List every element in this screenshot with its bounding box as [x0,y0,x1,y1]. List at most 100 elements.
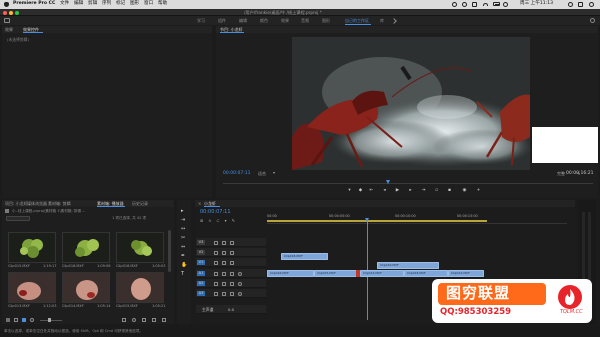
tab-project[interactable]: 项目: 小龙虾 [5,201,28,206]
lock-icon[interactable] [214,240,218,245]
sync-lock-icon[interactable] [222,260,226,265]
solo-icon[interactable] [230,281,234,286]
timeline-clip[interactable]: Clip012.MXF [448,270,484,277]
pen-tool-icon[interactable]: ✒ [181,253,185,259]
export-frame-icon[interactable]: ◉ [462,188,467,193]
lock-icon[interactable] [214,291,218,296]
display-icon[interactable] [472,2,477,7]
sync-lock-icon[interactable] [222,250,226,255]
close-window-icon[interactable] [3,10,7,15]
solo-icon[interactable] [230,291,234,296]
add-marker-icon[interactable]: ▾ [225,218,227,223]
mark-out-icon[interactable]: ◆ [358,188,363,193]
menu-file[interactable]: 文件 [60,2,69,7]
tab-history[interactable]: 历史记录 [132,201,148,206]
lift-icon[interactable]: ▫ [434,188,439,193]
status-circle-icon[interactable] [452,2,457,7]
extract-icon[interactable]: ▪ [447,188,452,193]
lock-icon[interactable] [6,318,10,322]
apple-icon[interactable] [4,1,9,8]
menu-clip[interactable]: 剪辑 [88,2,97,7]
track-name[interactable]: A2 [197,281,205,286]
program-video-frame[interactable] [292,37,530,170]
clip-thumbnail[interactable] [8,232,56,263]
workspace-editing[interactable]: 编辑 [239,18,247,23]
icon-view-icon[interactable] [22,318,26,322]
track-name[interactable]: V1 [197,260,205,265]
mic-icon[interactable] [238,271,242,276]
timeline-clip[interactable]: Clip016.MXF [377,262,439,269]
workspace-custom[interactable]: 自己的工作区 [345,18,369,23]
menu-graphics[interactable]: 图形 [130,2,139,7]
cloud-icon[interactable] [462,2,467,7]
timeline-clip[interactable]: Clip013.MXF [360,270,404,277]
tab-bin-clips[interactable]: 素材箱: 剪辑 [48,201,71,206]
menu-help[interactable]: 帮助 [158,2,167,7]
workspace-audio[interactable]: 音频 [301,18,309,23]
zoom-select[interactable]: 适合 [258,172,266,176]
zoom-chevron-icon[interactable]: ▾ [273,171,275,175]
solo-icon[interactable] [230,271,234,276]
workspace-libraries[interactable]: 库 [380,18,384,23]
track-name[interactable]: V3 [197,240,205,245]
menubar-clock[interactable]: 周三 上午11:13 [520,2,553,7]
zoom-slider-handle[interactable] [48,318,51,322]
timeline-clip[interactable]: Clip016.MXF [267,270,314,277]
timeline-clip[interactable]: Clip018.MXF [281,253,328,260]
workspace-effects[interactable]: 效果 [281,18,289,23]
automate-to-sequence-icon[interactable] [122,318,126,322]
master-volume[interactable]: 0.0 [228,307,234,312]
workspace-graphics[interactable]: 图形 [322,18,330,23]
bin-search-input[interactable] [6,216,30,221]
menu-edit[interactable]: 编辑 [74,2,83,7]
play-icon[interactable]: ▶ [395,188,400,193]
home-icon[interactable] [4,18,10,23]
time-ruler[interactable]: 00:00 00:00:05:00 00:00:10:00 00:00:15:0… [267,210,567,224]
track-select-tool-icon[interactable]: ⇥ [181,217,185,223]
lock-icon[interactable] [214,260,218,265]
workspace-overflow-icon[interactable] [391,17,397,24]
razor-tool-icon[interactable]: ✂ [181,235,185,241]
search-icon[interactable] [590,18,595,23]
lock-icon[interactable] [214,281,218,286]
zoom-slider[interactable] [40,319,62,321]
step-back-icon[interactable]: ◂ [382,188,387,193]
clip-thumbnail[interactable] [116,232,164,263]
freeform-view-icon[interactable] [30,318,34,322]
program-current-timecode[interactable]: 00:00:07:11 [223,171,250,177]
new-bin-icon[interactable] [142,318,146,322]
step-forward-icon[interactable]: ▸ [408,188,413,193]
go-to-out-icon[interactable]: ⇥ [421,188,426,193]
transition-marker[interactable] [356,270,360,277]
mute-icon[interactable] [222,271,226,276]
work-area-bar[interactable] [267,220,487,222]
zoom-window-icon[interactable] [15,10,19,15]
trash-icon[interactable] [162,318,166,322]
project-scrollbar[interactable] [168,230,171,272]
clip-thumbnail[interactable] [62,272,110,303]
tab-effects[interactable]: 效果 [5,27,13,32]
mic-icon[interactable] [238,281,242,286]
timeline-clip[interactable]: Clip018.MXF [404,270,448,277]
battery-icon[interactable] [493,2,500,7]
new-item-icon[interactable] [152,318,156,322]
mic-icon[interactable] [238,291,242,296]
timeline-clip[interactable]: Clip015.MXF [314,270,358,277]
mark-in-icon[interactable]: ▾ [347,188,352,193]
linked-selection-icon[interactable]: ⊂ [216,218,219,223]
timeline-close-icon[interactable]: × [198,201,201,206]
minimize-window-icon[interactable] [9,10,13,15]
workspace-color[interactable]: 颜色 [260,18,268,23]
timeline-timecode[interactable]: 00:00:07:11 [200,210,231,215]
hand-tool-icon[interactable]: ✋ [181,262,187,268]
mute-icon[interactable] [222,291,226,296]
eye-icon[interactable] [230,240,234,245]
list-view-icon[interactable] [14,318,18,322]
workspace-learn[interactable]: 学习 [197,18,205,23]
button-editor-icon[interactable]: + [476,188,481,193]
wifi-icon[interactable] [483,2,488,7]
clip-thumbnail[interactable] [8,272,56,303]
lock-icon[interactable] [214,271,218,276]
ripple-edit-tool-icon[interactable]: ↔ [181,226,185,232]
eye-icon[interactable] [230,260,234,265]
